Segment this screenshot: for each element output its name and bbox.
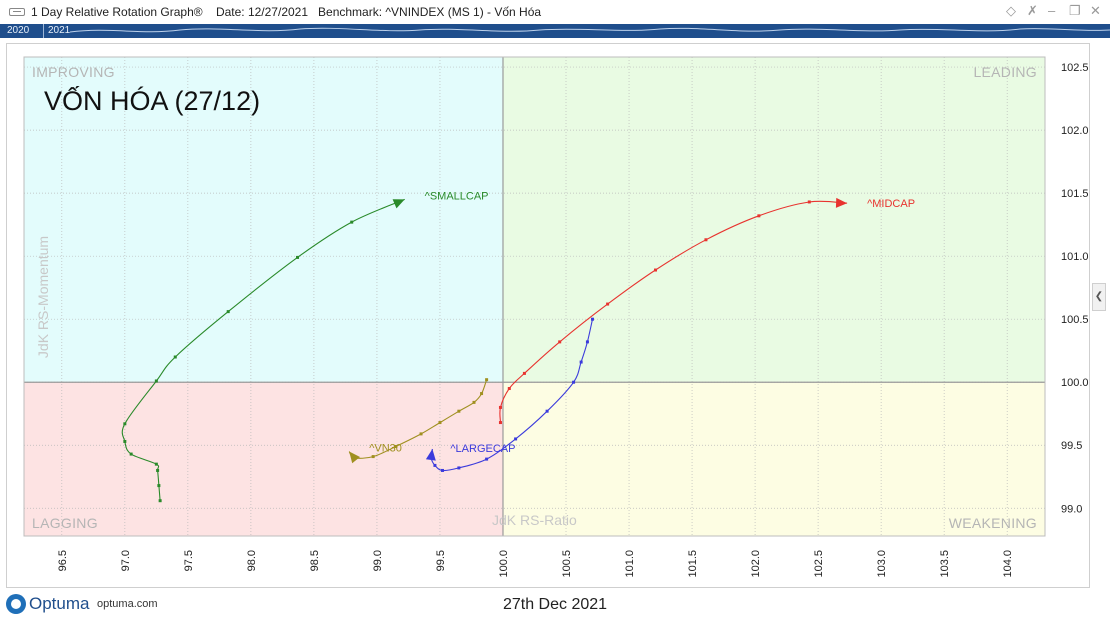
x-tick-label: 103.0 [876,550,888,578]
minimize-icon[interactable]: – [1048,3,1055,18]
y-tick-label: 101.5 [1061,188,1089,200]
x-tick-label: 96.5 [57,550,69,571]
series-point [572,380,576,384]
quadrant-label-leading: LEADING [973,64,1037,80]
x-tick-label: 99.0 [372,550,384,571]
series-point [807,200,811,204]
x-tick-label: 97.0 [120,550,132,571]
series-point [173,355,177,359]
quadrant-leading [502,57,1045,383]
year-label-2020: 2020 [7,25,30,36]
pin-icon[interactable]: ✗ [1027,3,1038,19]
quadrant-label-improving: IMPROVING [32,64,115,80]
series-point [498,421,502,425]
y-tick-label: 100.5 [1061,314,1089,326]
quadrant-label-lagging: LAGGING [32,515,98,531]
rrg-chart: 99.0 99.5 100.0 100.5 101.0 101.5 102.0 102.5 96… [23,56,1089,578]
series-point [457,466,461,470]
y-axis-title: JdK RS-Momentum [35,236,51,358]
x-tick-label: 98.0 [246,550,258,571]
series-point [350,220,354,224]
series-point [438,421,442,425]
y-tick-label: 99.5 [1061,440,1082,452]
window-title: 1 Day Relative Rotation Graph® [31,5,203,19]
series-point [606,302,610,306]
collapse-panel-button[interactable]: ❮ [1092,283,1106,311]
year-separator [43,24,44,38]
year-label-2021: 2021 [48,25,71,36]
x-tick-label: 103.5 [939,550,951,578]
series-point [226,310,230,314]
y-tick-label: 99.0 [1061,503,1082,515]
series-point [757,214,761,218]
diamond-icon[interactable]: ◇ [1006,3,1016,19]
y-tick-label: 102.0 [1061,125,1089,137]
x-axis-title: JdK RS-Ratio [492,512,577,528]
x-tick-label: 101.0 [624,550,636,578]
series-point [129,452,133,456]
x-tick-label: 98.5 [309,550,321,571]
series-point [704,238,708,242]
timebar-wave [69,27,1110,33]
x-tick-label: 102.0 [750,550,762,578]
quadrant-backgrounds [24,57,1045,536]
benchmark-label: Benchmark: ^VNINDEX (MS 1) - Vốn Hóa [318,5,542,19]
series-point [507,387,511,391]
chart-panel: 99.0 99.5 100.0 100.5 101.0 101.5 102.0 102.5 96… [6,43,1090,588]
series-label: ^VN30 [369,443,402,455]
series-point [158,499,162,503]
series-point [480,392,484,396]
series-point [123,439,127,443]
series-point [590,317,594,321]
series-point [457,409,461,413]
x-tick-label: 102.5 [813,550,825,578]
window-titlebar: 1 Day Relative Rotation Graph® Date: 12/… [0,0,1110,25]
window-menu-icon[interactable] [9,8,25,16]
series-point [154,462,158,466]
x-tick-label: 100.0 [498,550,510,578]
chart-title: VỐN HÓA (27/12) [44,84,260,116]
series-point [154,379,158,383]
series-point [558,340,562,344]
quadrant-label-weakening: WEAKENING [949,515,1037,531]
series-point [498,405,502,409]
series-point [579,360,583,364]
y-tick-label: 102.5 [1061,62,1089,74]
footer-date: 27th Dec 2021 [502,596,608,613]
series-point [585,340,589,344]
series-point [371,455,375,459]
series-point [433,463,437,467]
x-tick-label: 104.0 [1002,550,1014,578]
time-scrollbar[interactable]: 2020 2021 [0,24,1110,38]
series-point [472,400,476,404]
series-point [157,484,161,488]
date-label: Date: 12/27/2021 [215,5,309,19]
x-tick-label: 97.5 [183,550,195,571]
series-point [123,422,127,426]
series-point [485,457,489,461]
series-point [654,268,658,272]
y-tick-label: 101.0 [1061,251,1089,263]
series-label: ^LARGECAP [450,443,515,455]
y-tick-label: 100.0 [1061,377,1089,389]
series-point [440,468,444,472]
series-point [485,378,489,382]
close-icon[interactable]: ✕ [1090,3,1101,19]
series-label: ^MIDCAP [867,198,915,210]
x-tick-label: 100.5 [561,550,573,578]
quadrant-weakening [502,382,1045,536]
series-label: ^SMALLCAP [425,190,489,202]
x-tick-label: 99.5 [435,550,447,571]
x-tick-label: 101.5 [687,550,699,578]
series-point [545,409,549,413]
restore-icon[interactable]: ❐ [1069,3,1081,19]
series-point [419,432,423,436]
series-point [522,371,526,375]
series-point [156,468,160,472]
series-point [296,255,300,259]
series-point [514,437,518,441]
